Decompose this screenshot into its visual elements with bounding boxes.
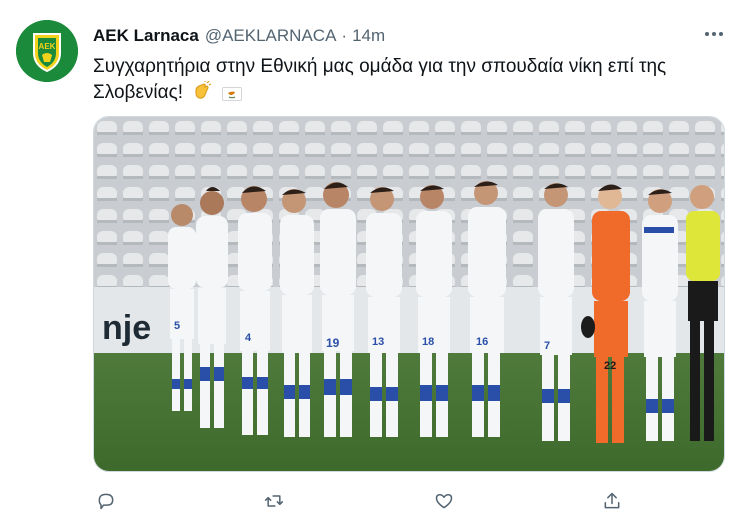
- player-number: 4: [245, 332, 252, 344]
- heart-icon: [435, 494, 453, 509]
- display-name[interactable]: AEK Larnaca: [93, 26, 199, 46]
- more-icon: [705, 32, 723, 36]
- user-handle[interactable]: @AEKLARNACA: [205, 26, 337, 46]
- reply-button[interactable]: [93, 488, 119, 514]
- avatar[interactable]: ΑΕΚ: [16, 20, 78, 82]
- clapping-hands-emoji: [192, 80, 212, 109]
- player-number: 18: [422, 336, 434, 348]
- player-number: 22: [604, 360, 616, 372]
- player-number: 16: [476, 336, 488, 348]
- tweet-actions: [93, 488, 633, 514]
- tweet-text-content: Συγχαρητήρια στην Εθνική μας ομάδα για τ…: [93, 56, 667, 103]
- timestamp[interactable]: 14m: [352, 26, 385, 46]
- share-icon: [604, 492, 620, 509]
- reply-icon: [98, 493, 114, 510]
- retweet-icon: [264, 495, 284, 507]
- tweet-header: AEK Larnaca @AEKLARNACA · 14m: [93, 23, 385, 49]
- player-number: 13: [372, 336, 384, 348]
- separator-dot: ·: [341, 26, 348, 45]
- retweet-button[interactable]: [261, 488, 287, 514]
- team-lineup-photo: nje 4 19 13 18 16 7 22 5: [94, 117, 724, 471]
- like-button[interactable]: [431, 488, 457, 514]
- aek-larnaca-logo: ΑΕΚ: [16, 20, 78, 82]
- tweet-text: Συγχαρητήρια στην Εθνική μας ομάδα για τ…: [93, 54, 713, 109]
- share-button[interactable]: [599, 488, 625, 514]
- player-number: 19: [326, 336, 340, 350]
- more-options-button[interactable]: [700, 22, 728, 46]
- cyprus-flag-emoji: [221, 83, 242, 109]
- tweet: ΑΕΚ AEK Larnaca @AEKLARNACA · 14m Συγχαρ…: [0, 0, 752, 519]
- logo-lettering: ΑΕΚ: [39, 42, 56, 51]
- tweet-photo[interactable]: nje 4 19 13 18 16 7 22 5: [93, 116, 725, 472]
- player-number: 5: [174, 320, 180, 332]
- player-number: 7: [544, 340, 550, 352]
- banner-text: nje: [102, 309, 151, 347]
